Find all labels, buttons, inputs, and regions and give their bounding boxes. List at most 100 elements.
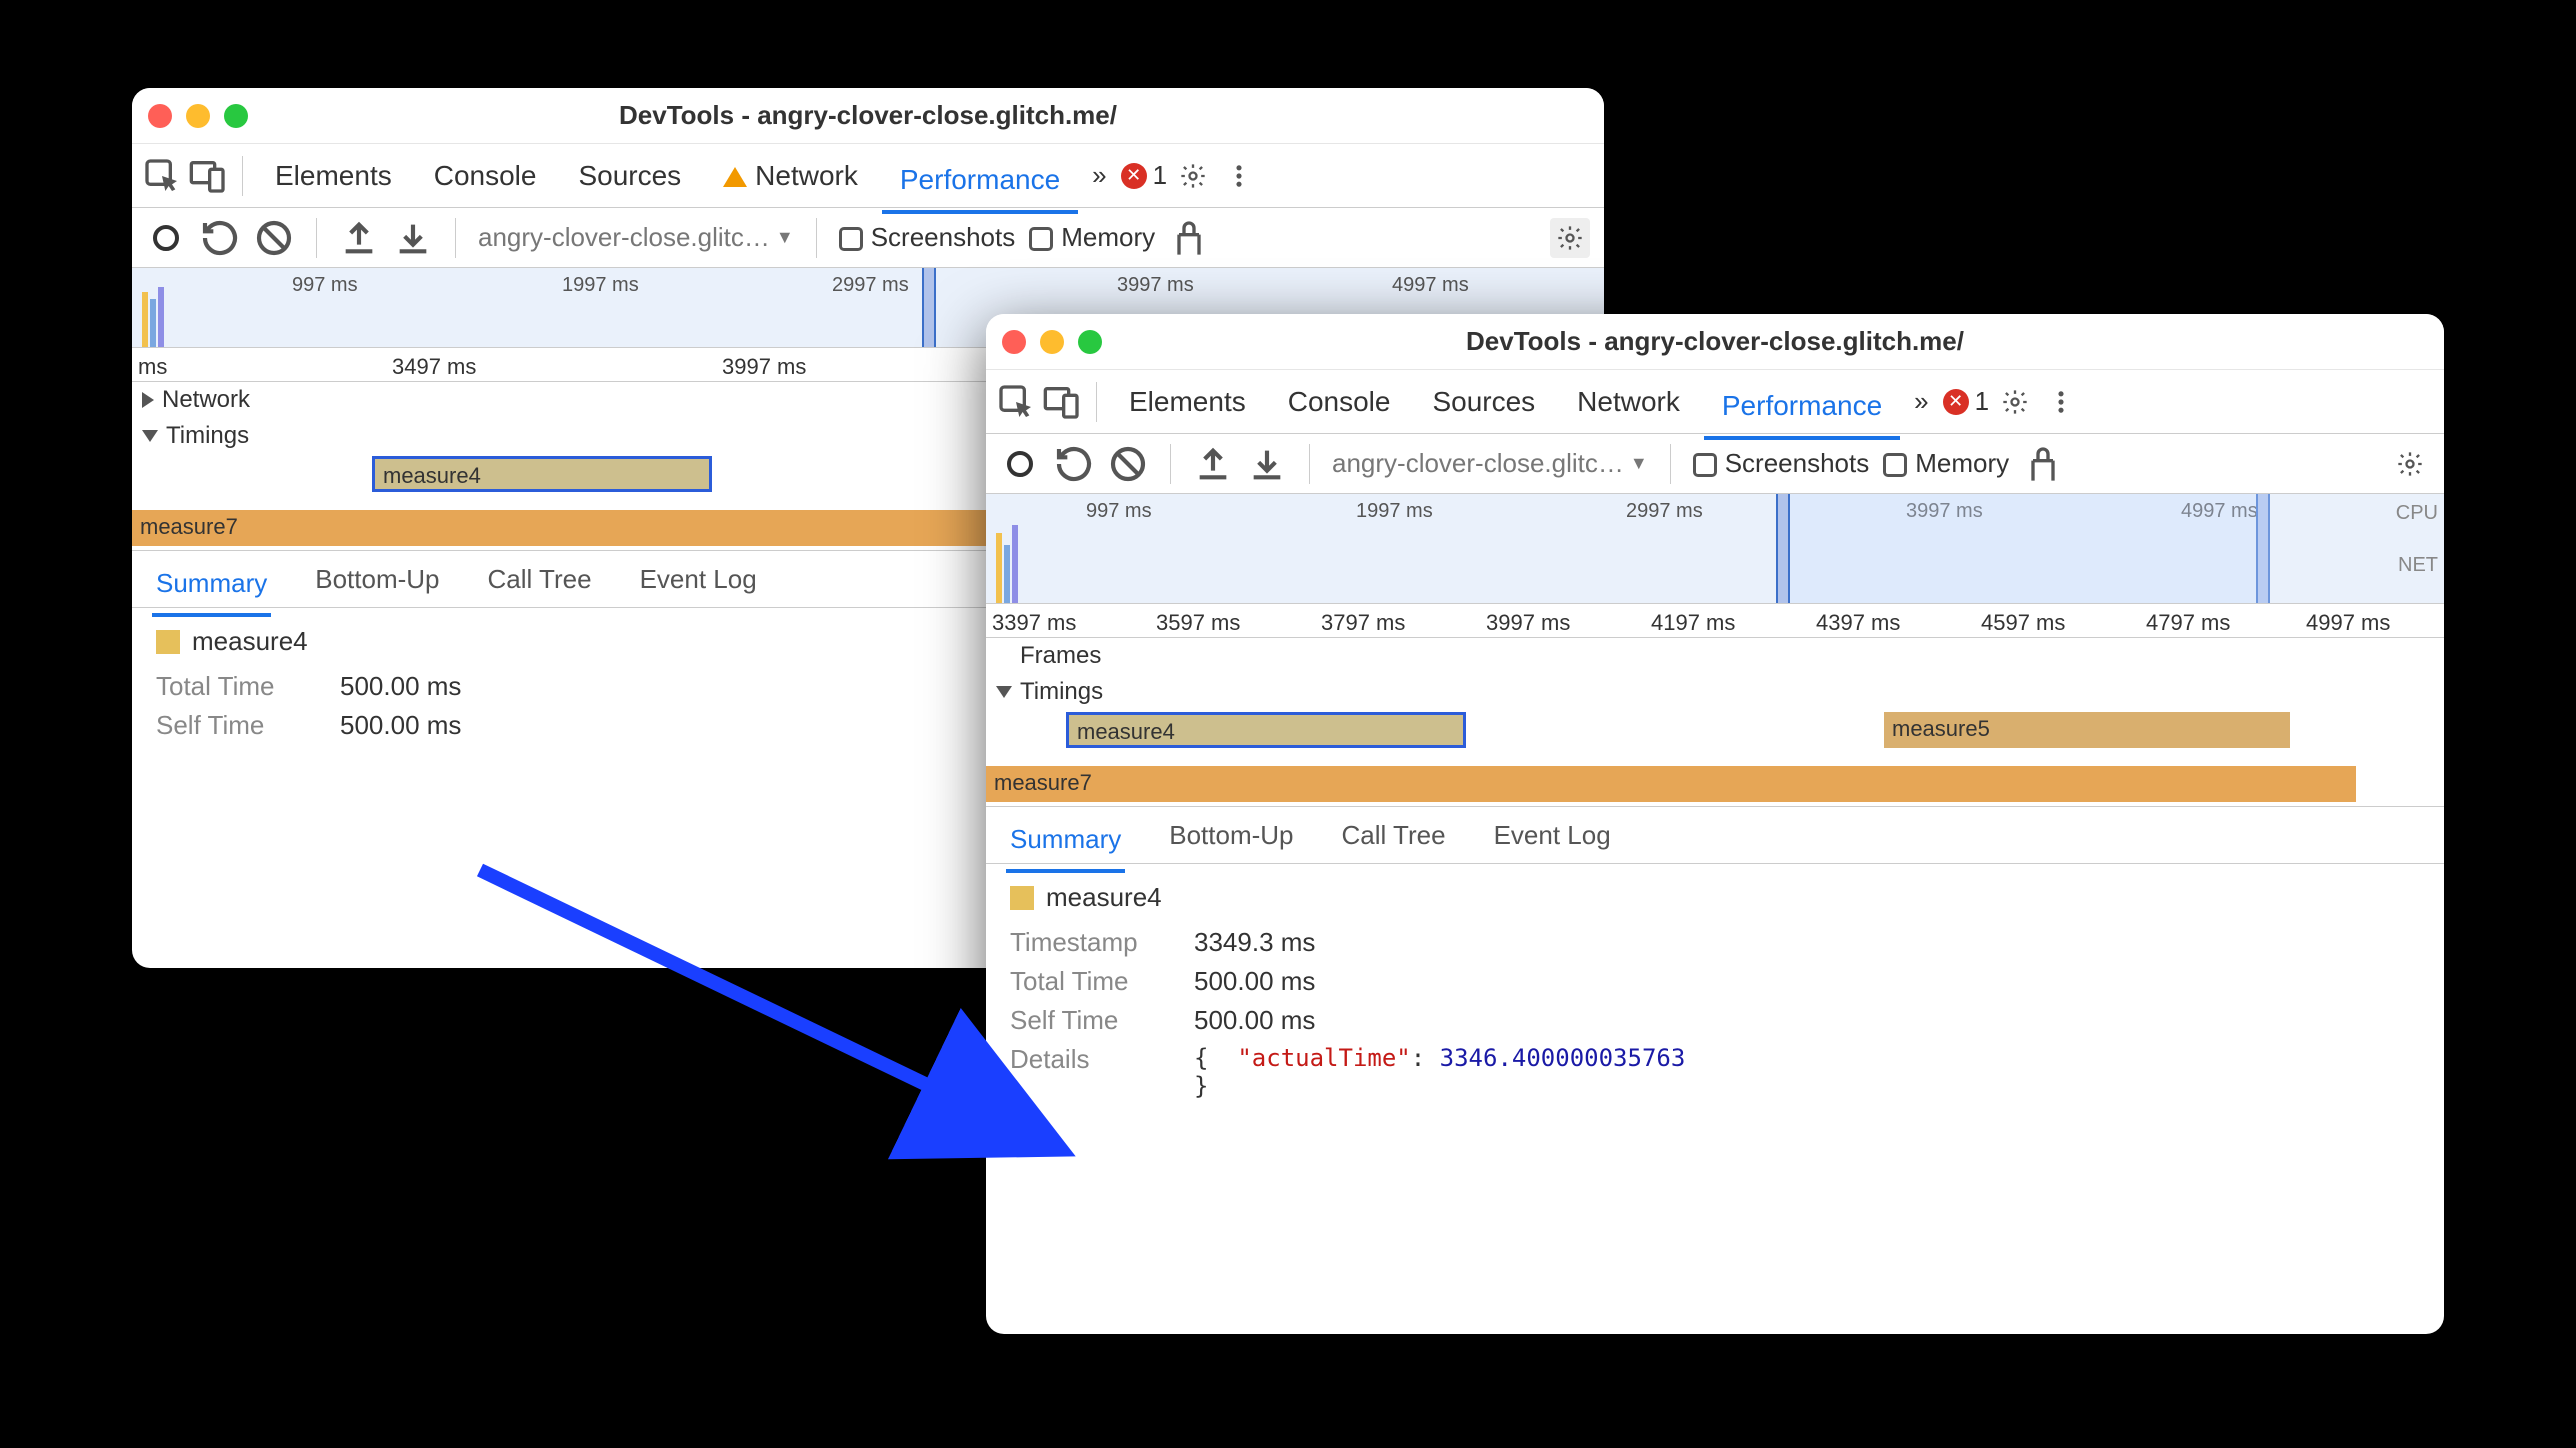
more-tabs-icon[interactable]: » bbox=[1906, 386, 1936, 417]
performance-toolbar: angry-clover-close.glitc…▼ Screenshots M… bbox=[986, 434, 2444, 494]
detail-tab-eventlog[interactable]: Event Log bbox=[1490, 810, 1615, 861]
error-count[interactable]: ✕ 1 bbox=[1121, 160, 1167, 191]
minimize-icon[interactable] bbox=[186, 104, 210, 128]
self-time-label: Self Time bbox=[1010, 1005, 1170, 1036]
detail-tab-bottomup[interactable]: Bottom-Up bbox=[311, 554, 443, 605]
tab-console[interactable]: Console bbox=[416, 152, 555, 200]
track-timings[interactable]: Timings bbox=[986, 674, 2444, 710]
error-icon: ✕ bbox=[1943, 389, 1969, 415]
tick: 3997 ms bbox=[1117, 274, 1194, 297]
upload-icon[interactable] bbox=[339, 218, 379, 258]
tick: 2997 ms bbox=[832, 274, 909, 297]
overview-bars bbox=[996, 543, 1018, 603]
gc-icon[interactable] bbox=[1169, 218, 1209, 258]
device-toggle-icon[interactable] bbox=[1042, 382, 1082, 422]
tab-sources[interactable]: Sources bbox=[560, 152, 699, 200]
tab-console[interactable]: Console bbox=[1270, 378, 1409, 426]
record-button[interactable] bbox=[1000, 444, 1040, 484]
self-time-value: 500.00 ms bbox=[1194, 1005, 1315, 1036]
tab-sources[interactable]: Sources bbox=[1414, 378, 1553, 426]
total-time-label: Total Time bbox=[156, 671, 316, 702]
tab-network[interactable]: Network bbox=[705, 152, 876, 200]
tab-elements[interactable]: Elements bbox=[1111, 378, 1264, 426]
tab-network[interactable]: Network bbox=[1559, 378, 1698, 426]
device-toggle-icon[interactable] bbox=[188, 156, 228, 196]
kebab-menu-icon[interactable] bbox=[2041, 382, 2081, 422]
detail-tab-eventlog[interactable]: Event Log bbox=[636, 554, 761, 605]
tick: 1997 ms bbox=[562, 274, 639, 297]
tick: 4997 ms bbox=[1392, 274, 1469, 297]
timing-bar-measure4[interactable]: measure4 bbox=[1066, 712, 1466, 748]
range-selection bbox=[1790, 494, 2270, 603]
traffic-lights bbox=[148, 104, 248, 128]
chevron-down-icon: ▼ bbox=[1630, 453, 1648, 474]
devtools-window-after: DevTools - angry-clover-close.glitch.me/… bbox=[986, 314, 2444, 1334]
ruler-tick: 3497 ms bbox=[392, 354, 476, 380]
record-button[interactable] bbox=[146, 218, 186, 258]
clear-button[interactable] bbox=[254, 218, 294, 258]
zoom-icon[interactable] bbox=[1078, 330, 1102, 354]
capture-settings-icon[interactable] bbox=[2390, 444, 2430, 484]
color-swatch bbox=[156, 630, 180, 654]
track-frames[interactable]: Frames bbox=[986, 638, 2444, 674]
upload-icon[interactable] bbox=[1193, 444, 1233, 484]
overview-minimap[interactable]: 997 ms 1997 ms 2997 ms 3997 ms 4997 ms C… bbox=[986, 494, 2444, 604]
error-count-value: 1 bbox=[1153, 160, 1167, 191]
panel-tabbar: Elements Console Sources Network Perform… bbox=[132, 144, 1604, 208]
tab-performance[interactable]: Performance bbox=[882, 156, 1078, 214]
close-icon[interactable] bbox=[1002, 330, 1026, 354]
close-icon[interactable] bbox=[148, 104, 172, 128]
download-icon[interactable] bbox=[393, 218, 433, 258]
playhead-handle[interactable] bbox=[922, 268, 936, 347]
inspect-icon[interactable] bbox=[996, 382, 1036, 422]
tab-performance[interactable]: Performance bbox=[1704, 382, 1900, 440]
reload-button[interactable] bbox=[1054, 444, 1094, 484]
screenshots-checkbox[interactable]: Screenshots bbox=[839, 222, 1016, 253]
summary-details: measure4 Timestamp3349.3 ms Total Time50… bbox=[986, 864, 2444, 1126]
chevron-down-icon: ▼ bbox=[776, 227, 794, 248]
zoom-icon[interactable] bbox=[224, 104, 248, 128]
gc-icon[interactable] bbox=[2023, 444, 2063, 484]
capture-settings-icon[interactable] bbox=[1550, 218, 1590, 258]
memory-checkbox[interactable]: Memory bbox=[1029, 222, 1155, 253]
detail-tab-calltree[interactable]: Call Tree bbox=[484, 554, 596, 605]
time-ruler[interactable]: 3397 ms 3597 ms 3797 ms 3997 ms 4197 ms … bbox=[986, 604, 2444, 638]
range-handle-left[interactable] bbox=[1776, 494, 1790, 603]
detail-tab-calltree[interactable]: Call Tree bbox=[1338, 810, 1450, 861]
memory-checkbox[interactable]: Memory bbox=[1883, 448, 2009, 479]
timing-bar-measure4[interactable]: measure4 bbox=[372, 456, 712, 492]
timing-bar-measure7[interactable]: measure7 bbox=[986, 766, 2356, 802]
kebab-menu-icon[interactable] bbox=[1219, 156, 1259, 196]
tab-elements[interactable]: Elements bbox=[257, 152, 410, 200]
settings-icon[interactable] bbox=[1995, 382, 2035, 422]
screenshots-checkbox[interactable]: Screenshots bbox=[1693, 448, 1870, 479]
ruler-tick: 4397 ms bbox=[1816, 610, 1900, 636]
self-time-label: Self Time bbox=[156, 710, 316, 741]
minimize-icon[interactable] bbox=[1040, 330, 1064, 354]
ruler-tick: 4797 ms bbox=[2146, 610, 2230, 636]
timestamp-value: 3349.3 ms bbox=[1194, 927, 1315, 958]
timestamp-label: Timestamp bbox=[1010, 927, 1170, 958]
traffic-lights bbox=[1002, 330, 1102, 354]
ruler-tick: 3797 ms bbox=[1321, 610, 1405, 636]
total-time-value: 500.00 ms bbox=[340, 671, 461, 702]
clear-button[interactable] bbox=[1108, 444, 1148, 484]
profile-select[interactable]: angry-clover-close.glitc…▼ bbox=[478, 222, 794, 253]
tick: 2997 ms bbox=[1626, 500, 1703, 523]
reload-button[interactable] bbox=[200, 218, 240, 258]
settings-icon[interactable] bbox=[1173, 156, 1213, 196]
profile-select[interactable]: angry-clover-close.glitc…▼ bbox=[1332, 448, 1648, 479]
download-icon[interactable] bbox=[1247, 444, 1287, 484]
detail-tabs: Summary Bottom-Up Call Tree Event Log bbox=[986, 806, 2444, 864]
net-label: NET bbox=[2398, 554, 2438, 577]
ruler-tick: 3397 ms bbox=[992, 610, 1076, 636]
detail-tab-bottomup[interactable]: Bottom-Up bbox=[1165, 810, 1297, 861]
cpu-label: CPU bbox=[2396, 502, 2438, 525]
inspect-icon[interactable] bbox=[142, 156, 182, 196]
error-icon: ✕ bbox=[1121, 163, 1147, 189]
ruler-tick: 4597 ms bbox=[1981, 610, 2065, 636]
error-count[interactable]: ✕ 1 bbox=[1943, 386, 1989, 417]
timing-bar-measure5[interactable]: measure5 bbox=[1884, 712, 2290, 748]
ruler-tick: 3597 ms bbox=[1156, 610, 1240, 636]
more-tabs-icon[interactable]: » bbox=[1084, 160, 1114, 191]
